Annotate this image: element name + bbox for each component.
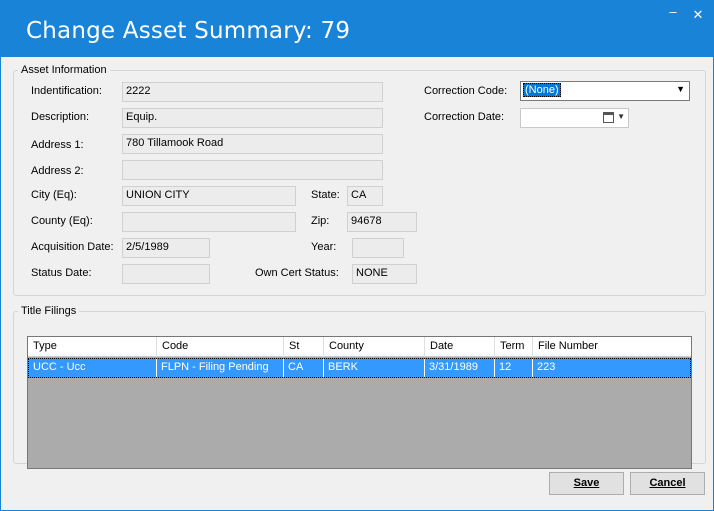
address1-label: Address 1: bbox=[31, 139, 84, 151]
acquisition-date-label: Acquisition Date: bbox=[31, 241, 114, 253]
correction-date-picker[interactable]: ▼ bbox=[520, 108, 629, 128]
cell-type[interactable]: UCC - Ucc bbox=[29, 359, 157, 377]
own-cert-status-label: Own Cert Status: bbox=[255, 267, 339, 279]
county-field[interactable] bbox=[122, 212, 296, 232]
cell-file-number[interactable]: 223 bbox=[533, 359, 690, 377]
cell-county[interactable]: BERK bbox=[324, 359, 425, 377]
own-cert-status-field[interactable]: NONE bbox=[352, 264, 417, 284]
save-button[interactable]: Save bbox=[549, 472, 624, 495]
acquisition-date-field[interactable]: 2/5/1989 bbox=[122, 238, 210, 258]
column-header-code[interactable]: Code bbox=[157, 337, 284, 357]
description-field[interactable]: Equip. bbox=[122, 108, 383, 128]
column-header-st[interactable]: St bbox=[284, 337, 324, 357]
city-field[interactable]: UNION CITY bbox=[122, 186, 296, 206]
identification-field[interactable]: 2222 bbox=[122, 82, 383, 102]
title-filings-group: Title Filings Type Code St County Date T… bbox=[13, 305, 706, 469]
column-header-type[interactable]: Type bbox=[28, 337, 157, 357]
asset-information-legend: Asset Information bbox=[21, 64, 107, 76]
identification-label: Indentification: bbox=[31, 85, 102, 97]
cancel-button[interactable]: Cancel bbox=[630, 472, 705, 495]
calendar-icon[interactable] bbox=[603, 112, 614, 123]
cell-date[interactable]: 3/31/1989 bbox=[425, 359, 495, 377]
grid-header: Type Code St County Date Term File Numbe… bbox=[28, 337, 691, 357]
zip-label: Zip: bbox=[311, 215, 330, 227]
column-header-county[interactable]: County bbox=[324, 337, 425, 357]
column-header-file-number[interactable]: File Number bbox=[533, 337, 691, 357]
state-label: State: bbox=[311, 189, 340, 201]
minimize-icon[interactable]: – bbox=[665, 4, 681, 19]
zip-field[interactable]: 94678 bbox=[347, 212, 417, 232]
address2-field[interactable] bbox=[122, 160, 383, 180]
county-label: County (Eq): bbox=[31, 215, 93, 227]
year-field[interactable] bbox=[352, 238, 404, 258]
state-field[interactable]: CA bbox=[347, 186, 383, 206]
status-date-label: Status Date: bbox=[31, 267, 92, 279]
column-header-date[interactable]: Date bbox=[425, 337, 495, 357]
table-row[interactable]: UCC - Ucc FLPN - Filing Pending CA BERK … bbox=[28, 358, 691, 378]
correction-code-label: Correction Code: bbox=[424, 85, 508, 97]
correction-code-value: (None) bbox=[523, 83, 561, 97]
chevron-down-icon[interactable]: ▼ bbox=[617, 112, 625, 121]
cell-term[interactable]: 12 bbox=[495, 359, 533, 377]
column-header-term[interactable]: Term bbox=[495, 337, 533, 357]
status-date-field[interactable] bbox=[122, 264, 210, 284]
window-title: Change Asset Summary: 79 bbox=[26, 18, 351, 44]
correction-code-dropdown[interactable]: (None) ▼ bbox=[520, 81, 690, 101]
address1-field[interactable]: 780 Tillamook Road bbox=[122, 134, 383, 154]
title-bar: Change Asset Summary: 79 – ✕ bbox=[1, 1, 713, 57]
description-label: Description: bbox=[31, 111, 90, 123]
title-filings-grid[interactable]: Type Code St County Date Term File Numbe… bbox=[27, 336, 692, 469]
year-label: Year: bbox=[311, 241, 337, 253]
city-label: City (Eq): bbox=[31, 189, 77, 201]
address2-label: Address 2: bbox=[31, 165, 84, 177]
title-filings-legend: Title Filings bbox=[21, 305, 77, 317]
cell-st[interactable]: CA bbox=[284, 359, 324, 377]
correction-date-label: Correction Date: bbox=[424, 111, 505, 123]
cell-code[interactable]: FLPN - Filing Pending bbox=[157, 359, 284, 377]
dialog-window: Change Asset Summary: 79 – ✕ Asset Infor… bbox=[0, 0, 714, 511]
close-icon[interactable]: ✕ bbox=[690, 7, 706, 23]
chevron-down-icon[interactable]: ▼ bbox=[676, 84, 685, 94]
